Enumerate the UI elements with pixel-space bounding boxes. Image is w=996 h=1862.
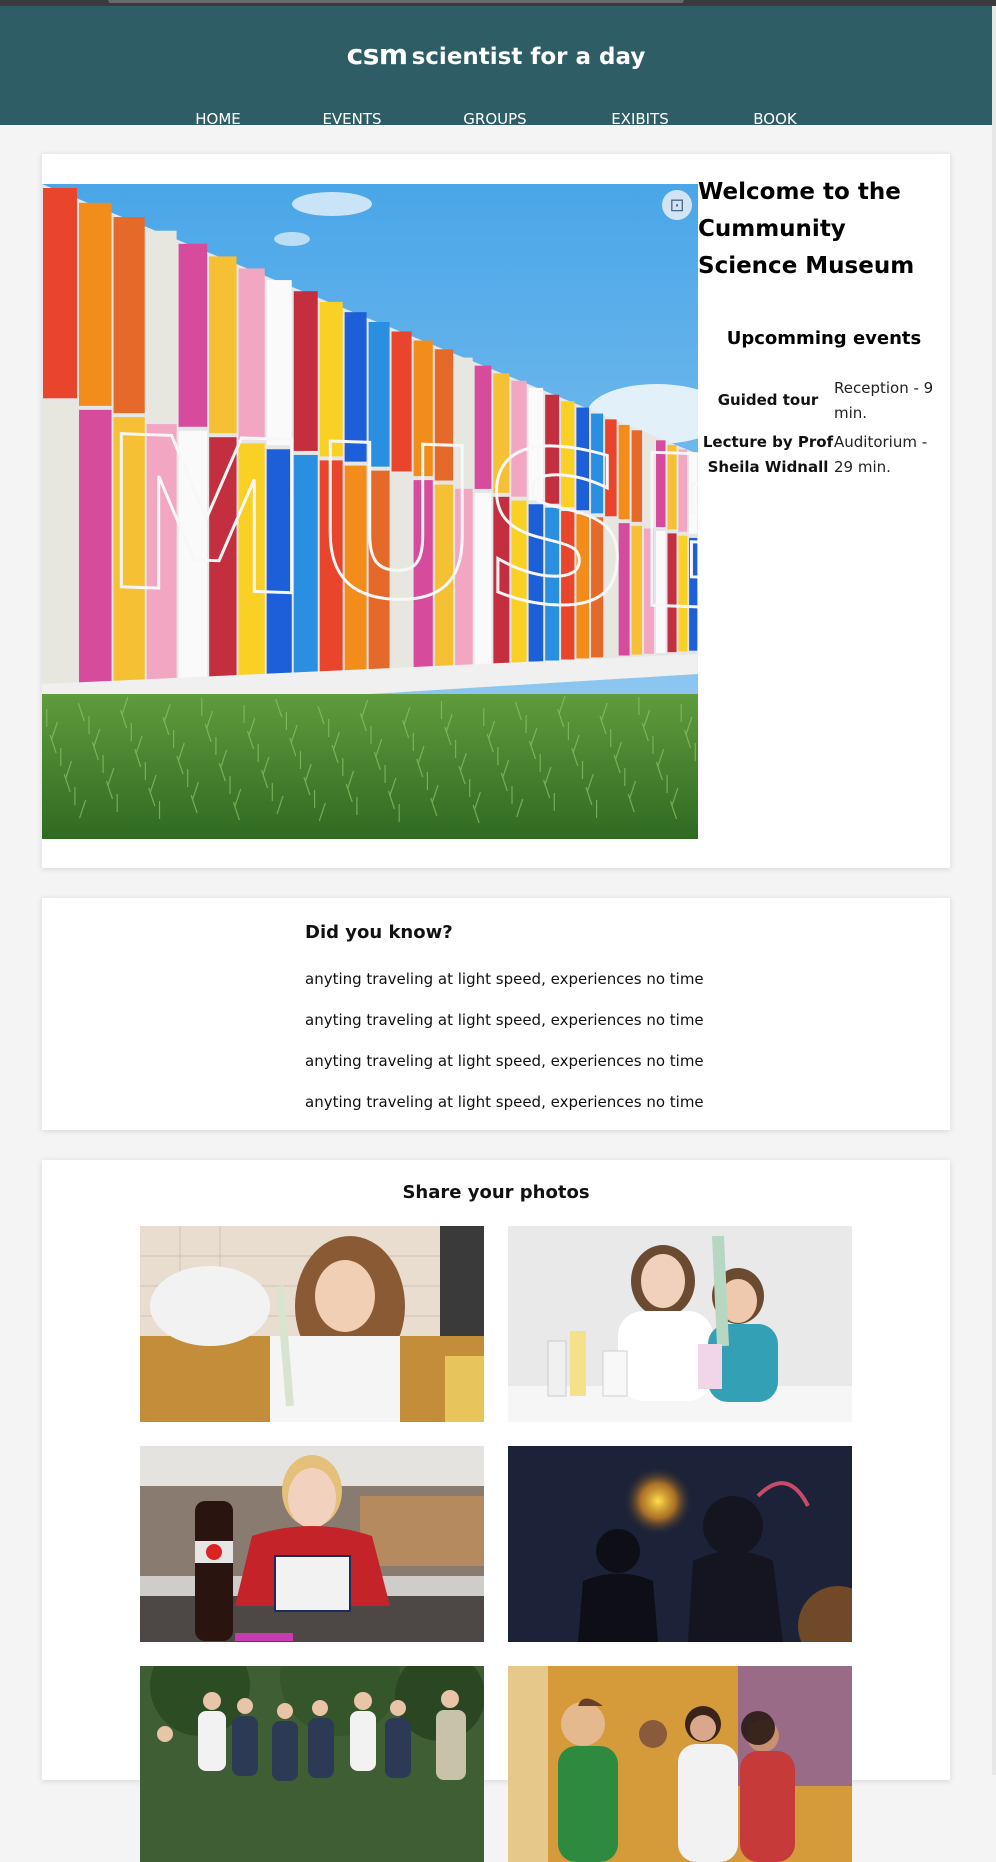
brand[interactable]: csm scientist for a day: [0, 38, 992, 71]
upcoming-events-title: Upcomming events: [726, 328, 922, 349]
museum-sign-text: MUSEUM: [102, 391, 698, 673]
fact-item: anyting traveling at light speed, experi…: [305, 1093, 704, 1111]
nav-home[interactable]: HOME: [163, 110, 273, 128]
did-you-know-title: Did you know?: [305, 922, 453, 943]
event-name: Lecture by Prof Sheila Widnall: [702, 433, 834, 476]
nav-events[interactable]: EVENTS: [297, 110, 407, 128]
site-header: csm scientist for a day HOME EVENTS GROUP…: [0, 6, 992, 128]
did-you-know-card: Did you know? anyting traveling at light…: [42, 898, 950, 1130]
photo-slime-experiment[interactable]: [140, 1226, 484, 1422]
visual-search-icon[interactable]: ⊡: [662, 190, 692, 220]
photo-night-exhibit[interactable]: [508, 1446, 852, 1642]
photo-cola-mentos[interactable]: [140, 1446, 484, 1642]
main-nav: HOME EVENTS GROUPS EXIBITS BOOK: [0, 110, 992, 130]
welcome-heading: Welcome to the Cummunity Science Museum: [698, 179, 915, 279]
fact-item: anyting traveling at light speed, experi…: [305, 1011, 704, 1029]
event-location: Reception - 9 min.: [834, 379, 934, 422]
photo-group-outdoors[interactable]: [140, 1666, 484, 1862]
nav-groups[interactable]: GROUPS: [440, 110, 550, 128]
fact-item: anyting traveling at light speed, experi…: [305, 1052, 704, 1070]
museum-hero-image: MUSEUM ⊡: [42, 184, 698, 839]
welcome-card: MUSEUM ⊡ Welcome to the Cummunity Scienc…: [42, 154, 950, 868]
share-photos-card: Share your photos: [42, 1160, 950, 1862]
event-name: Guided tour: [717, 391, 819, 409]
scroll-indicator: [108, 0, 684, 3]
photo-kids-exhibit[interactable]: [508, 1666, 852, 1862]
page-scrollbar-track[interactable]: [992, 6, 996, 1775]
nav-exibits[interactable]: EXIBITS: [585, 110, 695, 128]
tagline: scientist for a day: [411, 44, 646, 70]
logo-text: csm: [346, 38, 408, 71]
fact-item: anyting traveling at light speed, experi…: [305, 970, 704, 988]
share-photos-title: Share your photos: [402, 1182, 590, 1203]
nav-book[interactable]: BOOK: [720, 110, 830, 128]
event-location: Auditorium - 29 min.: [834, 433, 928, 476]
photo-kids-bottle[interactable]: [508, 1226, 852, 1422]
